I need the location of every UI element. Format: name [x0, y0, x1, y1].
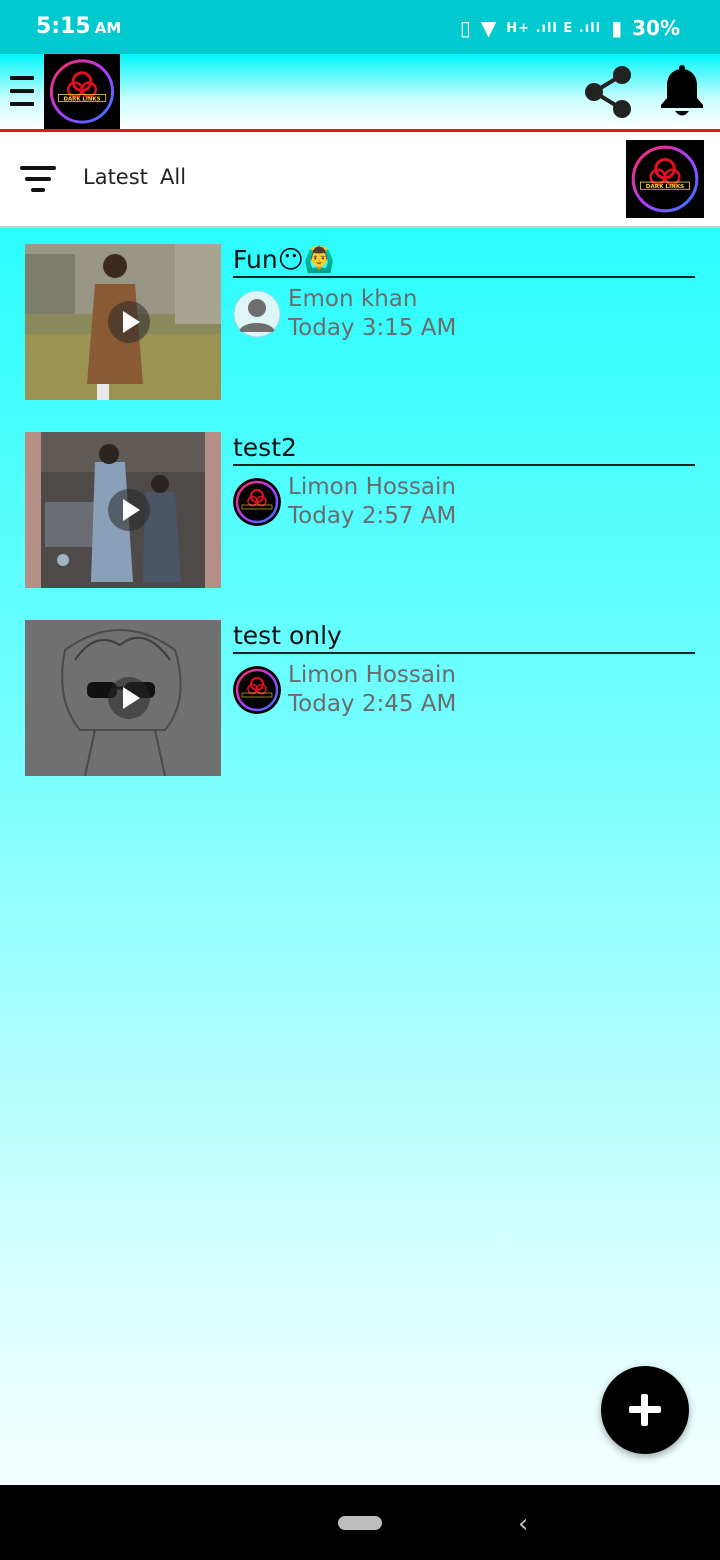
- post-time: Today 2:45 AM: [288, 691, 457, 717]
- post-time: Today 2:57 AM: [288, 503, 457, 529]
- status-bar: 5:15 AM ▯ ▼ H+ .ıll E .ıll ▮ 30%: [0, 0, 720, 54]
- menu-icon-line: [10, 102, 34, 106]
- filter-all[interactable]: All: [160, 165, 186, 189]
- filter-icon-line: [31, 188, 45, 192]
- status-time: 5:15 AM: [36, 14, 121, 39]
- app-logo-image: DARK LINKS: [44, 54, 120, 129]
- profile-logo[interactable]: DARK LINKS: [626, 140, 704, 218]
- menu-icon[interactable]: [10, 76, 34, 106]
- post-author[interactable]: Limon Hossain: [288, 662, 456, 688]
- status-indicators: ▯ ▼ H+ .ıll E .ıll ▮ 30%: [460, 16, 680, 40]
- post-time: Today 3:15 AM: [288, 315, 457, 341]
- signal-icon: H+ .ıll E .ıll: [506, 20, 602, 36]
- user-avatar[interactable]: [233, 290, 281, 338]
- home-pill-icon[interactable]: [338, 1516, 382, 1530]
- video-thumbnail[interactable]: [25, 432, 221, 588]
- bell-icon[interactable]: [656, 64, 708, 120]
- play-icon[interactable]: [108, 489, 150, 531]
- video-thumbnail[interactable]: [25, 620, 221, 776]
- filter-icon-line: [20, 166, 56, 170]
- post-feed: Fun😶🙆‍♂️ Emon khan Today 3:15 AM: [0, 228, 720, 1485]
- video-thumbnail[interactable]: [25, 244, 221, 400]
- post-author[interactable]: Limon Hossain: [288, 474, 456, 500]
- post-item[interactable]: test only Limon Hossain Today 2:45 AM: [0, 620, 720, 776]
- vibrate-icon: ▯: [459, 16, 471, 40]
- logo-avatar-icon: [233, 666, 281, 714]
- menu-icon-line: [10, 89, 34, 93]
- post-item[interactable]: Fun😶🙆‍♂️ Emon khan Today 3:15 AM: [0, 244, 720, 400]
- battery-percent: 30%: [632, 16, 680, 40]
- user-avatar[interactable]: [233, 666, 281, 714]
- status-time-ampm: AM: [94, 19, 122, 37]
- app-logo[interactable]: DARK LINKS: [44, 54, 120, 129]
- user-avatar[interactable]: [233, 478, 281, 526]
- filter-latest[interactable]: Latest: [83, 165, 148, 189]
- profile-logo-image: DARK LINKS: [626, 140, 704, 218]
- logo-text: DARK LINKS: [64, 96, 101, 102]
- filter-bar: Latest All DARK LINKS: [0, 132, 720, 228]
- filter-icon-line: [25, 177, 51, 181]
- play-icon[interactable]: [108, 677, 150, 719]
- back-icon[interactable]: ‹: [518, 1509, 528, 1539]
- menu-icon-line: [10, 76, 34, 80]
- filter-icon[interactable]: [20, 166, 56, 192]
- play-icon[interactable]: [108, 301, 150, 343]
- system-nav-bar: ‹: [0, 1485, 720, 1560]
- share-icon[interactable]: [580, 64, 636, 120]
- default-avatar-icon: [233, 290, 281, 338]
- wifi-icon: ▼: [480, 16, 497, 40]
- post-item[interactable]: test2 Limon Hossain Today 2:57 AM: [0, 432, 720, 588]
- status-time-value: 5:15: [36, 14, 91, 39]
- logo-text: DARK LINKS: [646, 184, 684, 190]
- post-title[interactable]: test2: [233, 432, 695, 466]
- post-title[interactable]: Fun😶🙆‍♂️: [233, 244, 695, 278]
- post-title[interactable]: test only: [233, 620, 695, 654]
- add-post-button[interactable]: [601, 1366, 689, 1454]
- battery-icon: ▮: [611, 16, 623, 40]
- post-author[interactable]: Emon khan: [288, 286, 417, 312]
- logo-avatar-icon: [233, 478, 281, 526]
